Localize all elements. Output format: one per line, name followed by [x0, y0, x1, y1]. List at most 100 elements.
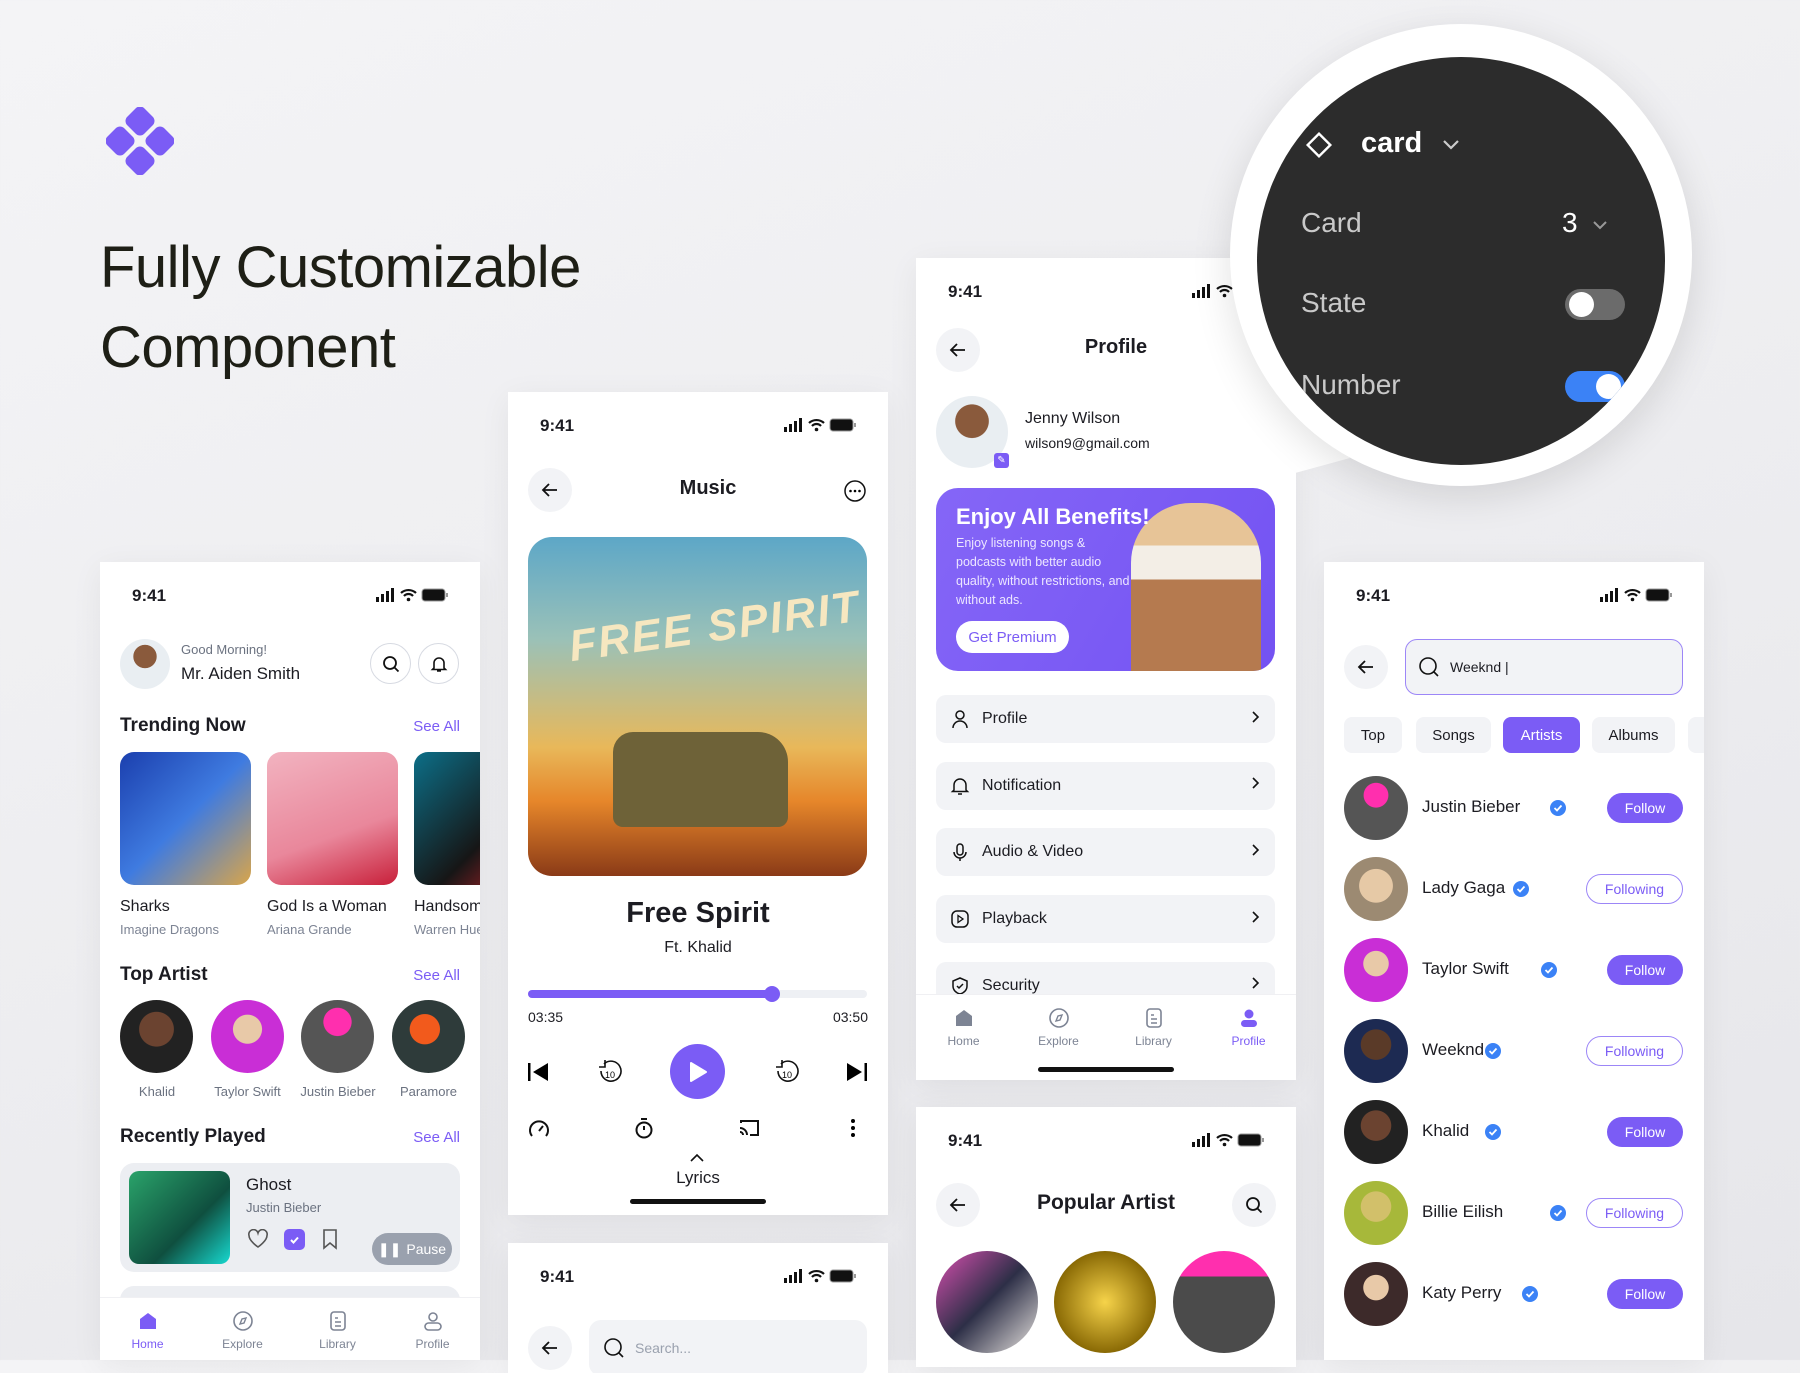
artist-avatar[interactable] — [1344, 938, 1408, 1002]
search-input[interactable]: Weeknd | — [1405, 639, 1683, 695]
nav-item-explore[interactable]: Explore — [203, 1310, 283, 1360]
timer-icon[interactable] — [634, 1117, 654, 1139]
tab-top[interactable]: Top — [1344, 717, 1402, 753]
nav-item-library[interactable]: Library — [1114, 1007, 1194, 1064]
nav-item-profile[interactable]: Profile — [1209, 1007, 1289, 1064]
menu-item-audio-video[interactable]: Audio & Video — [936, 828, 1275, 877]
tab-songs[interactable]: Songs — [1416, 717, 1491, 753]
song-artist: Ft. Khalid — [664, 939, 732, 956]
nav-item-home[interactable]: Home — [108, 1310, 188, 1360]
trending-album-art[interactable] — [414, 752, 480, 885]
tab-more[interactable] — [1688, 717, 1704, 753]
play-icon — [951, 910, 969, 928]
artist-name[interactable]: Taylor Swift — [1422, 959, 1509, 979]
notification-button[interactable] — [418, 643, 459, 684]
artist-avatar[interactable] — [391, 1000, 465, 1073]
lyrics-toggle[interactable]: Lyrics — [508, 1168, 888, 1188]
profile-nav-icon — [423, 1312, 442, 1331]
skip-previous-icon[interactable] — [528, 1062, 550, 1082]
tab-albums[interactable]: Albums — [1592, 717, 1675, 753]
play-icon — [689, 1061, 707, 1082]
artist-name[interactable]: Weeknd — [1422, 1040, 1484, 1060]
recent-track-card[interactable]: Ghost Justin Bieber ❚❚ Pause — [120, 1163, 460, 1272]
chevron-down-icon[interactable] — [1592, 220, 1608, 230]
search-button[interactable] — [370, 643, 411, 684]
chevron-up-icon[interactable] — [689, 1153, 705, 1163]
artist-name[interactable]: Katy Perry — [1422, 1283, 1501, 1303]
progress-slider[interactable] — [528, 986, 867, 1002]
artist-avatar[interactable] — [1344, 1019, 1408, 1083]
progress-knob[interactable] — [764, 986, 781, 1002]
more-options-icon[interactable] — [843, 479, 867, 503]
state-toggle[interactable] — [1565, 289, 1625, 320]
menu-item-playback[interactable]: Playback — [936, 895, 1275, 944]
menu-item-notification[interactable]: Notification — [936, 761, 1275, 810]
menu-item-label: Notification — [982, 776, 1062, 794]
follow-button[interactable]: Follow — [1607, 955, 1683, 985]
tab-artists[interactable]: Artists — [1503, 717, 1580, 753]
rewind-10-icon[interactable]: 10 — [597, 1058, 623, 1086]
artist-avatar[interactable] — [210, 1000, 284, 1073]
artist-avatar[interactable] — [301, 1000, 374, 1073]
artist-avatar[interactable] — [1344, 776, 1408, 840]
edit-avatar-icon[interactable]: ✎ — [994, 453, 1009, 468]
follow-button[interactable]: Follow — [1607, 793, 1683, 823]
user-avatar[interactable] — [120, 639, 170, 689]
artist-name[interactable]: Khalid — [1422, 1121, 1469, 1141]
see-all-trending[interactable]: See All — [413, 718, 460, 735]
trending-album-art[interactable] — [267, 752, 398, 885]
see-all-artists[interactable]: See All — [413, 967, 460, 984]
pause-button[interactable]: ❚❚ Pause — [372, 1233, 452, 1265]
status-bar: 9:41 — [508, 1243, 888, 1313]
forward-10-icon[interactable]: 10 — [774, 1058, 800, 1086]
added-check-icon[interactable] — [284, 1229, 305, 1250]
artist-avatar[interactable] — [1344, 1181, 1408, 1245]
headline: Fully Customizable Component — [100, 228, 581, 388]
chevron-down-icon[interactable] — [1442, 139, 1460, 151]
more-vertical-icon[interactable] — [850, 1117, 856, 1139]
artist-avatar[interactable] — [1344, 857, 1408, 921]
artist-avatar[interactable] — [936, 1251, 1038, 1353]
back-button[interactable] — [936, 328, 980, 372]
follow-button[interactable]: Follow — [1607, 1117, 1683, 1147]
artist-avatar[interactable] — [1344, 1100, 1408, 1164]
artist-name[interactable]: Lady Gaga — [1422, 878, 1505, 898]
artist-avatar[interactable] — [1054, 1251, 1156, 1353]
speed-icon[interactable] — [528, 1119, 550, 1139]
component-name[interactable]: card — [1361, 127, 1422, 160]
follow-button[interactable]: Follow — [1607, 1279, 1683, 1309]
back-button[interactable] — [528, 1326, 572, 1370]
see-all-recent[interactable]: See All — [413, 1129, 460, 1146]
search-query: Weeknd | — [1450, 659, 1509, 675]
prop-value-card[interactable]: 3 — [1562, 207, 1578, 239]
number-toggle[interactable] — [1565, 371, 1625, 402]
artist-avatar[interactable] — [1173, 1251, 1275, 1353]
artist-avatar[interactable] — [1344, 1262, 1408, 1326]
artist-name[interactable]: Justin Bieber — [1422, 797, 1520, 817]
menu-item-profile[interactable]: Profile — [936, 695, 1275, 743]
artist-name[interactable]: Billie Eilish — [1422, 1202, 1503, 1222]
following-button[interactable]: Following — [1586, 1036, 1683, 1066]
trending-title[interactable]: Handsome — [414, 898, 480, 916]
play-button[interactable] — [670, 1044, 725, 1099]
get-premium-button[interactable]: Get Premium — [956, 621, 1069, 653]
trending-title[interactable]: Sharks — [120, 898, 170, 916]
cast-icon[interactable] — [738, 1119, 760, 1137]
bookmark-icon[interactable] — [322, 1228, 338, 1250]
trending-album-art[interactable] — [120, 752, 251, 885]
nav-item-home[interactable]: Home — [924, 1007, 1004, 1064]
heart-icon[interactable] — [247, 1229, 269, 1249]
nav-item-library[interactable]: Library — [298, 1310, 378, 1360]
skip-next-icon[interactable] — [845, 1062, 867, 1082]
search-input[interactable]: Search... — [589, 1320, 867, 1373]
back-button[interactable] — [1344, 645, 1388, 689]
artist-avatar[interactable] — [120, 1000, 193, 1073]
nav-item-explore[interactable]: Explore — [1019, 1007, 1099, 1064]
following-button[interactable]: Following — [1586, 874, 1683, 904]
trending-title[interactable]: God Is a Woman — [267, 898, 387, 916]
search-button[interactable] — [1232, 1183, 1276, 1227]
nav-label: Profile — [1231, 1034, 1266, 1048]
nav-item-profile[interactable]: Profile — [393, 1310, 473, 1360]
prop-label-state: State — [1301, 287, 1367, 318]
following-button[interactable]: Following — [1586, 1198, 1683, 1228]
